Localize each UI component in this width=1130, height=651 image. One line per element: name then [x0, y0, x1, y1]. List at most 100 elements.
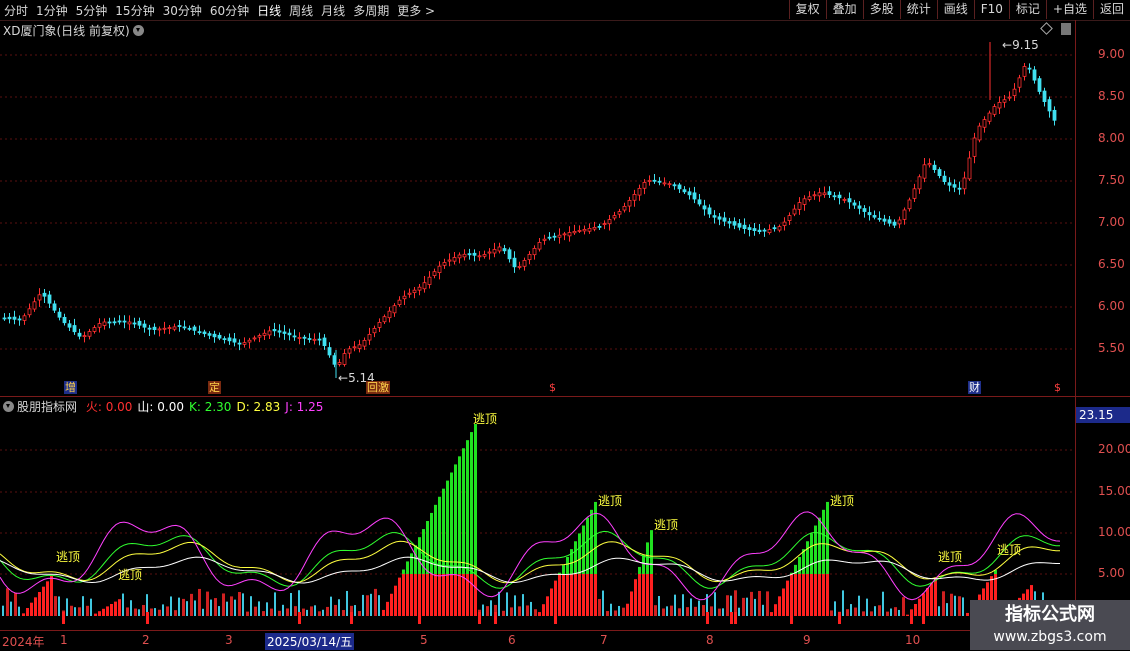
- candle-body: [837, 194, 842, 199]
- candle-body: [757, 229, 762, 232]
- escape-top-label: 逃顶: [997, 543, 1022, 557]
- indicator-bar-cyan: [866, 598, 868, 616]
- indicator-bar-red: [206, 591, 209, 616]
- indicator-bar-green: [470, 432, 473, 574]
- indicator-bar-red: [382, 609, 385, 616]
- indicator-bar-cyan: [850, 604, 852, 616]
- indicator-bar-cyan: [338, 599, 340, 616]
- candle-body: [1017, 77, 1022, 88]
- candle-body: [417, 286, 422, 291]
- indicator-bar-red: [246, 611, 249, 616]
- indicator-bar-green: [566, 557, 569, 574]
- j-line: [0, 511, 1061, 601]
- indicator-bar-red: [238, 591, 241, 616]
- event-marker[interactable]: 定: [208, 381, 221, 394]
- indicator-bar-red: [174, 610, 177, 616]
- indicator-bar-cyan: [10, 601, 12, 616]
- candle-body: [772, 227, 777, 230]
- candle-body: [617, 211, 622, 215]
- indicator-bar-red: [430, 574, 433, 616]
- price-tick: 7.50: [1098, 173, 1125, 187]
- candle-body: [127, 321, 132, 325]
- indicator-bar-red: [50, 576, 53, 616]
- indicator-bar-cyan: [82, 596, 84, 616]
- indicator-bar-red: [670, 605, 673, 616]
- indicator-bar-red: [654, 605, 657, 616]
- indicator-bar-red: [862, 611, 865, 616]
- indicator-bar-green: [462, 448, 465, 574]
- candle-body: [132, 322, 137, 325]
- date-label: 2: [142, 633, 150, 647]
- indicator-bar-red: [102, 608, 105, 616]
- candle-body: [392, 305, 397, 314]
- candle-body: [202, 331, 207, 335]
- indicator-tick-red: [554, 612, 557, 624]
- indicator-bar-green: [818, 517, 821, 574]
- candle-body: [22, 315, 27, 321]
- candle-body: [822, 192, 827, 196]
- candle-body: [887, 219, 892, 224]
- indicator-bar-cyan: [954, 595, 956, 616]
- indicator-bar-red: [442, 574, 445, 616]
- candle-body: [437, 265, 442, 273]
- indicator-bar-red: [278, 610, 281, 616]
- indicator-bar-green: [414, 545, 417, 574]
- indicator-bar-cyan: [90, 598, 92, 616]
- indicator-bar-red: [270, 608, 273, 616]
- indicator-bar-red: [426, 574, 429, 616]
- candle-body: [27, 308, 32, 316]
- candle-body: [182, 326, 187, 329]
- indicator-bar-red: [86, 605, 89, 616]
- candle-body: [637, 187, 642, 196]
- indicator-bar-cyan: [170, 596, 172, 616]
- date-label: 3: [225, 633, 233, 647]
- indicator-bar-red: [510, 607, 513, 616]
- candle-body: [797, 202, 802, 210]
- dropdown-icon[interactable]: [3, 401, 14, 412]
- candle-body: [512, 257, 517, 268]
- indicator-bar-red: [542, 604, 545, 616]
- indicator-bar-cyan: [314, 605, 316, 616]
- indicator-param: J: 1.25: [285, 400, 324, 414]
- event-marker[interactable]: 财: [968, 381, 981, 394]
- event-marker[interactable]: $: [548, 381, 557, 394]
- candle-body: [1012, 88, 1017, 97]
- indicator-bar-red: [434, 574, 437, 616]
- candle-body: [342, 353, 347, 365]
- event-marker[interactable]: 增: [64, 381, 77, 394]
- candle-body: [712, 215, 717, 218]
- candle-body: [192, 326, 197, 331]
- candle-body: [807, 196, 812, 200]
- indicator-bar-red: [638, 574, 641, 616]
- indicator-bar-red: [418, 574, 421, 616]
- candle-body: [1037, 78, 1042, 92]
- indicator-bar-red: [806, 574, 809, 616]
- event-marker[interactable]: $: [1053, 381, 1062, 394]
- event-marker[interactable]: 回激: [366, 381, 390, 394]
- candle-body: [817, 192, 822, 197]
- candle-body: [147, 327, 152, 330]
- candle-body: [432, 271, 437, 276]
- candle-body: [442, 262, 447, 266]
- indicator-bar-green: [578, 533, 581, 574]
- candle-body: [477, 255, 482, 258]
- indicator-bar-red: [782, 588, 785, 616]
- candle-body: [457, 254, 462, 259]
- candle-body: [922, 164, 927, 179]
- candle-body: [507, 249, 512, 260]
- candle-body: [212, 333, 217, 338]
- indicator-bar-green: [574, 541, 577, 574]
- candle-body: [217, 334, 222, 339]
- indicator-bar-red: [526, 605, 529, 616]
- candle-body: [547, 236, 552, 239]
- candle-body: [87, 331, 92, 337]
- price-tick: 9.00: [1098, 47, 1125, 61]
- candle-body: [97, 323, 102, 328]
- indicator-bar-green: [418, 537, 421, 574]
- indicator-bar-red: [914, 604, 917, 616]
- indicator-bar-red: [98, 611, 101, 616]
- candle-body: [662, 182, 667, 185]
- indicator-bar-red: [374, 588, 377, 616]
- indicator-bar-green: [474, 424, 477, 574]
- watermark-badge: 指标公式网 www.zbgs3.com: [970, 600, 1130, 650]
